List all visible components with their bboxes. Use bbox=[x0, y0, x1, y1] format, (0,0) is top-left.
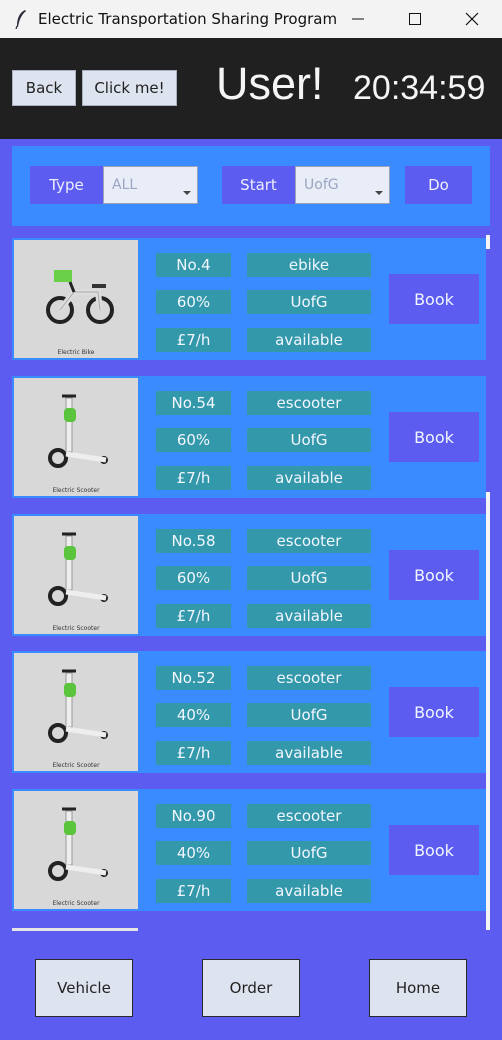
close-button[interactable] bbox=[444, 0, 500, 38]
book-button[interactable]: Book bbox=[389, 687, 479, 737]
vehicle-number: No.54 bbox=[156, 391, 231, 415]
vehicle-price: £7/h bbox=[156, 466, 231, 490]
vehicle-type: ebike bbox=[247, 253, 371, 277]
maximize-button[interactable] bbox=[387, 0, 443, 38]
vehicle-card: Electric Scooter No.58 escooter 60% UofG… bbox=[12, 514, 486, 636]
vehicle-card: Electric Scooter No.52 escooter 40% UofG… bbox=[12, 651, 486, 773]
vehicle-location: UofG bbox=[247, 290, 371, 314]
vehicle-image: Electric Scooter bbox=[14, 653, 138, 771]
vehicle-caption: Electric Scooter bbox=[52, 625, 100, 632]
vehicle-card: Electric Bike No.4 ebike 60% UofG £7/h a… bbox=[12, 238, 486, 360]
vehicle-type: escooter bbox=[247, 666, 371, 690]
vehicle-caption: Electric Bike bbox=[57, 349, 95, 356]
vehicle-battery: 60% bbox=[156, 290, 231, 314]
vehicle-price: £7/h bbox=[156, 328, 231, 352]
start-dropdown[interactable]: UofG bbox=[295, 166, 390, 204]
vehicle-battery: 40% bbox=[156, 841, 231, 865]
title-bar: Electric Transportation Sharing Program bbox=[0, 0, 502, 39]
book-button[interactable]: Book bbox=[389, 274, 479, 324]
vehicle-location: UofG bbox=[247, 841, 371, 865]
vehicle-location: UofG bbox=[247, 703, 371, 727]
nav-home-button[interactable]: Home bbox=[369, 959, 467, 1017]
vehicle-caption: Electric Scooter bbox=[52, 762, 100, 769]
escooter-icon bbox=[48, 669, 108, 743]
vehicle-battery: 60% bbox=[156, 428, 231, 452]
vehicle-type: escooter bbox=[247, 804, 371, 828]
vehicle-number: No.4 bbox=[156, 253, 231, 277]
vehicle-card: Electric Scooter No.54 escooter 60% UofG… bbox=[12, 376, 486, 498]
escooter-icon bbox=[48, 394, 108, 468]
vehicle-caption: Electric Scooter bbox=[52, 487, 100, 494]
close-icon bbox=[465, 12, 479, 26]
minimize-button[interactable] bbox=[330, 0, 386, 38]
vehicle-type: escooter bbox=[247, 529, 371, 553]
vehicle-status: available bbox=[247, 328, 371, 352]
book-button[interactable]: Book bbox=[389, 825, 479, 875]
vehicle-image: Electric Scooter bbox=[14, 378, 138, 496]
scrollbar-thumb[interactable] bbox=[486, 492, 490, 930]
user-greeting: User! bbox=[216, 58, 324, 109]
vehicle-battery: 60% bbox=[156, 566, 231, 590]
ebike-icon bbox=[46, 270, 114, 324]
nav-vehicle-button[interactable]: Vehicle bbox=[35, 959, 133, 1017]
vehicle-price: £7/h bbox=[156, 741, 231, 765]
vehicle-type: escooter bbox=[247, 391, 371, 415]
filter-bar: Type ALL Start UofG Do bbox=[12, 146, 490, 226]
vehicle-number: No.58 bbox=[156, 529, 231, 553]
vehicle-status: available bbox=[247, 741, 371, 765]
next-card-edge bbox=[12, 928, 138, 931]
book-button[interactable]: Book bbox=[389, 550, 479, 600]
vehicle-location: UofG bbox=[247, 566, 371, 590]
vehicle-price: £7/h bbox=[156, 879, 231, 903]
vehicle-status: available bbox=[247, 604, 371, 628]
type-dropdown-value: ALL bbox=[112, 177, 138, 193]
type-dropdown[interactable]: ALL bbox=[103, 166, 198, 204]
clock-display: 20:34:59 bbox=[353, 69, 486, 107]
vehicle-image: Electric Scooter bbox=[14, 791, 138, 909]
vehicle-battery: 40% bbox=[156, 703, 231, 727]
maximize-icon bbox=[409, 13, 421, 25]
vehicle-number: No.90 bbox=[156, 804, 231, 828]
header-bar: Back Click me! User! 20:34:59 bbox=[0, 38, 502, 139]
vehicle-status: available bbox=[247, 466, 371, 490]
window-title: Electric Transportation Sharing Program bbox=[38, 10, 338, 28]
type-label: Type bbox=[30, 166, 103, 204]
chevron-down-icon bbox=[375, 191, 383, 195]
book-button[interactable]: Book bbox=[389, 412, 479, 462]
minimize-icon bbox=[352, 18, 364, 20]
chevron-down-icon bbox=[183, 191, 191, 195]
escooter-icon bbox=[48, 532, 108, 606]
vehicle-caption: Electric Scooter bbox=[52, 900, 100, 907]
vehicle-image: Electric Scooter bbox=[14, 516, 138, 634]
feather-icon bbox=[15, 10, 26, 29]
click-me-button[interactable]: Click me! bbox=[82, 70, 177, 106]
vehicle-price: £7/h bbox=[156, 604, 231, 628]
escooter-icon bbox=[48, 807, 108, 881]
vehicle-list[interactable]: Electric Bike No.4 ebike 60% UofG £7/h a… bbox=[12, 233, 493, 933]
vehicle-image: Electric Bike bbox=[14, 240, 138, 358]
do-button[interactable]: Do bbox=[405, 166, 472, 204]
nav-order-button[interactable]: Order bbox=[202, 959, 300, 1017]
vehicle-card: Electric Scooter No.90 escooter 40% UofG… bbox=[12, 789, 486, 911]
scrollbar-top-cap[interactable] bbox=[486, 235, 490, 249]
back-button[interactable]: Back bbox=[12, 70, 76, 106]
vehicle-location: UofG bbox=[247, 428, 371, 452]
start-label: Start bbox=[222, 166, 295, 204]
vehicle-status: available bbox=[247, 879, 371, 903]
vehicle-number: No.52 bbox=[156, 666, 231, 690]
start-dropdown-value: UofG bbox=[304, 177, 339, 193]
